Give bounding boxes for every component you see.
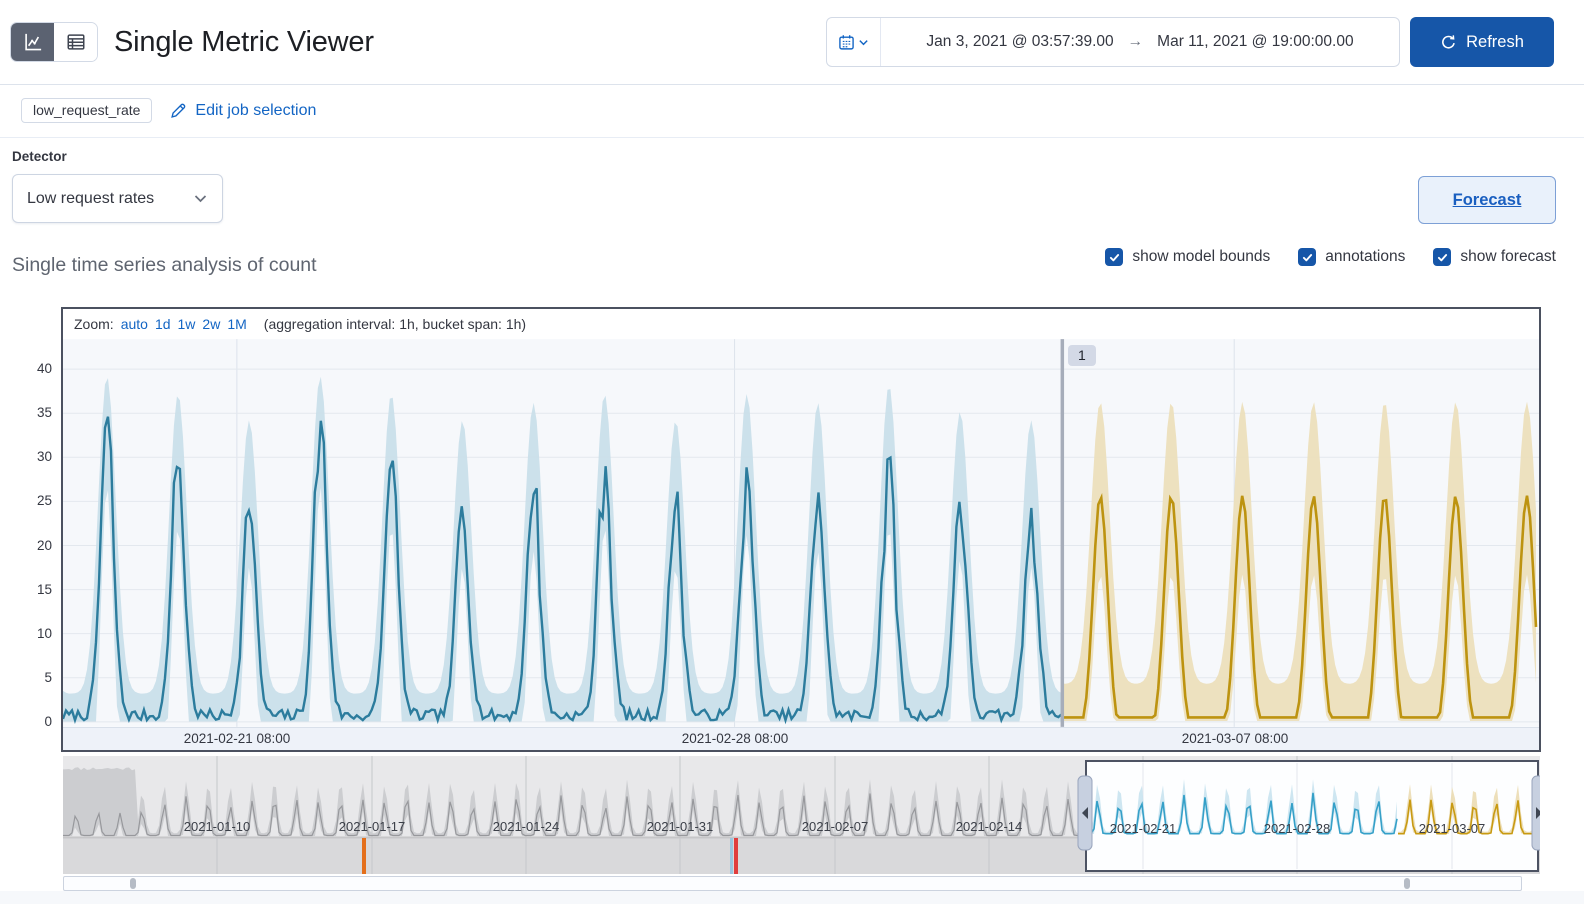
chevron-down-icon xyxy=(859,39,868,45)
x-axis-band: 2021-02-21 08:00 2021-02-28 08:00 2021-03-… xyxy=(63,727,1539,750)
forecast-button[interactable]: Forecast xyxy=(1418,176,1556,224)
y-tick-label: 35 xyxy=(36,405,52,421)
refresh-label: Refresh xyxy=(1466,32,1524,51)
y-tick-label: 15 xyxy=(36,581,52,597)
page-header: Single Metric Viewer Jan 3, 2021 @ 03:57… xyxy=(10,16,1554,68)
navigator-window-tick-label: 2021-02-28 xyxy=(1264,821,1331,836)
table-view-button[interactable] xyxy=(54,23,97,61)
chart-line-icon xyxy=(24,33,41,51)
detector-selected-value: Low request rates xyxy=(27,189,155,207)
checkbox-checked-icon[interactable] xyxy=(1105,248,1124,266)
navigator-tick-label: 2021-02-14 xyxy=(956,819,1023,834)
scrollbar-track[interactable] xyxy=(63,876,1522,891)
navigator-window-tick-label: 2021-02-21 xyxy=(1110,821,1177,836)
zoom-link-auto[interactable]: auto xyxy=(121,316,148,332)
toggle-show-model-bounds[interactable]: show model bounds xyxy=(1105,248,1270,266)
calendar-dropdown-button[interactable] xyxy=(827,18,881,66)
y-tick-label: 20 xyxy=(36,537,52,553)
refresh-icon xyxy=(1442,34,1455,49)
toggle-show-forecast[interactable]: show forecast xyxy=(1433,248,1556,266)
detector-label: Detector xyxy=(12,149,67,164)
calendar-icon xyxy=(839,34,854,50)
page-title: Single Metric Viewer xyxy=(114,25,374,58)
main-chart-container: Zoom: auto 1d 1w 2w 1M (aggregation interval: … xyxy=(61,307,1541,752)
chart-toggles: show model bounds annotations show forecas… xyxy=(1105,248,1556,266)
time-end[interactable]: Mar 11, 2021 @ 19:00:00.00 xyxy=(1157,33,1353,51)
view-toggle-group xyxy=(10,22,98,62)
time-start[interactable]: Jan 3, 2021 @ 03:57:39.00 xyxy=(926,33,1113,51)
time-range-picker: Jan 3, 2021 @ 03:57:39.00 → Mar 11, 2021… xyxy=(826,17,1400,67)
zoom-label: Zoom: xyxy=(74,316,114,332)
main-chart-svg[interactable] xyxy=(63,339,1539,727)
scrollbar-handle-left[interactable] xyxy=(130,878,136,889)
y-tick-label: 0 xyxy=(44,714,52,729)
chart-view-button[interactable] xyxy=(11,23,54,61)
main-chart-plot: 1 xyxy=(63,339,1539,727)
navigator-selection-window[interactable] xyxy=(1085,760,1539,872)
navigator-tick-label: 2021-02-07 xyxy=(802,819,869,834)
jobbar-divider xyxy=(0,137,1584,138)
edit-job-selection-label: Edit job selection xyxy=(195,101,317,119)
navigator-tick-label: 2021-01-10 xyxy=(184,819,251,834)
navigator-tick-label: 2021-01-31 xyxy=(647,819,714,834)
x-tick-label: 2021-02-21 08:00 xyxy=(183,731,291,746)
table-icon xyxy=(66,34,84,50)
bottom-strip xyxy=(0,891,1584,904)
single-metric-viewer-page: Single Metric Viewer Jan 3, 2021 @ 03:57… xyxy=(0,0,1584,904)
annotation-badge[interactable]: 1 xyxy=(1068,345,1096,366)
y-tick-label: 5 xyxy=(44,669,52,685)
job-selection-bar: low_request_rate Edit job selection xyxy=(21,98,316,123)
checkbox-checked-icon[interactable] xyxy=(1298,248,1317,266)
section-title: Single time series analysis of count xyxy=(12,254,317,276)
edit-job-selection-link[interactable]: Edit job selection xyxy=(170,102,316,120)
navigator-window-tick-label: 2021-03-07 xyxy=(1419,821,1486,836)
y-tick-label: 30 xyxy=(36,449,52,465)
pencil-icon xyxy=(171,103,186,118)
detector-select[interactable]: Low request rates xyxy=(12,174,223,223)
x-tick-label: 2021-03-07 08:00 xyxy=(1181,731,1289,746)
chevron-down-icon xyxy=(194,195,207,203)
navigator-tick-label: 2021-01-24 xyxy=(493,819,560,834)
refresh-button[interactable]: Refresh xyxy=(1410,17,1554,67)
zoom-link-1d[interactable]: 1d xyxy=(155,316,171,332)
arrow-right-icon: → xyxy=(1127,33,1144,50)
zoom-controls: Zoom: auto 1d 1w 2w 1M (aggregation interval: … xyxy=(63,309,1539,339)
scrollbar-handle-right[interactable] xyxy=(1404,878,1410,889)
y-tick-label: 10 xyxy=(36,625,52,641)
toggle-annotations[interactable]: annotations xyxy=(1298,248,1405,266)
toggle-label: show model bounds xyxy=(1132,248,1271,265)
x-tick-label: 2021-02-28 08:00 xyxy=(681,731,789,746)
time-range-display: Jan 3, 2021 @ 03:57:39.00 → Mar 11, 2021… xyxy=(881,18,1399,66)
y-tick-label: 25 xyxy=(36,493,52,509)
navigator-chart-svg[interactable]: 2021-01-10 2021-01-17 2021-01-24 2021-01-31… xyxy=(63,754,1540,874)
zoom-link-1w[interactable]: 1w xyxy=(178,316,196,332)
aggregation-note: (aggregation interval: 1h, bucket span: … xyxy=(263,316,527,332)
toggle-label: show forecast xyxy=(1460,248,1556,265)
y-tick-label: 40 xyxy=(36,361,52,376)
zoom-link-2w[interactable]: 2w xyxy=(202,316,220,332)
header-divider xyxy=(0,84,1584,85)
zoom-link-1M[interactable]: 1M xyxy=(227,316,246,332)
job-badge: low_request_rate xyxy=(21,98,153,123)
toggle-label: annotations xyxy=(1325,248,1406,265)
navigator-tick-label: 2021-01-17 xyxy=(339,819,406,834)
checkbox-checked-icon[interactable] xyxy=(1433,248,1452,266)
